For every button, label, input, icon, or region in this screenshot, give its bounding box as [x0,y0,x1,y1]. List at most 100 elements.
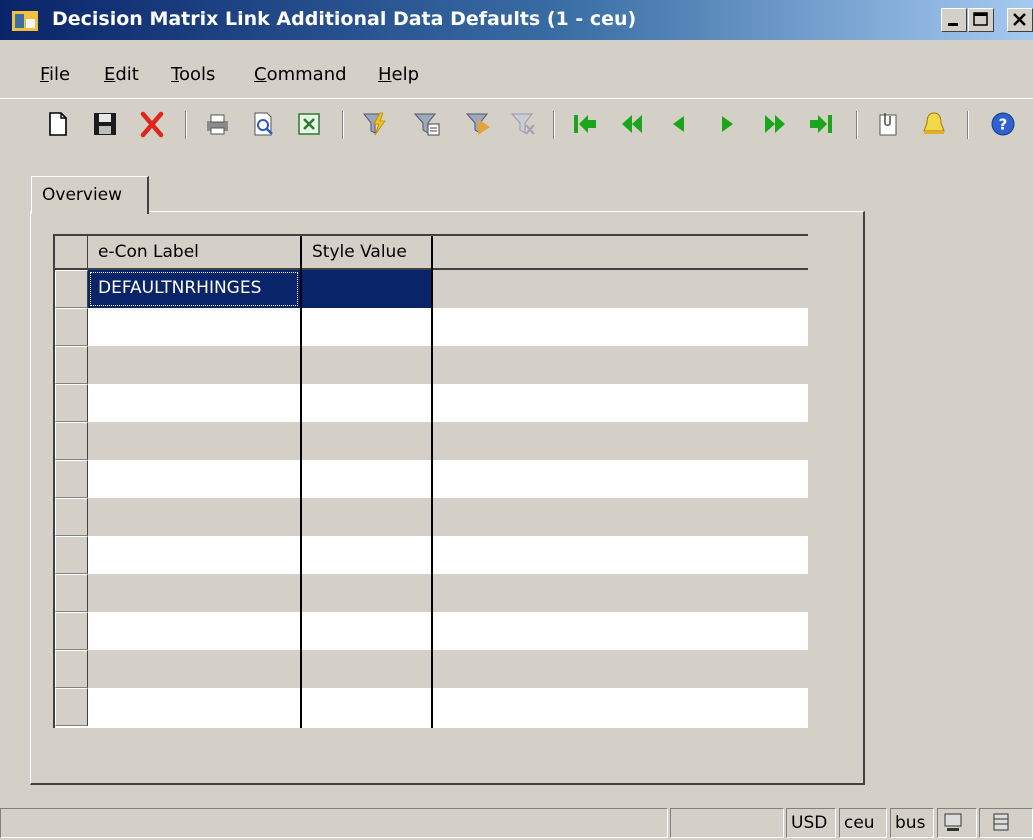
export-excel-icon [298,113,320,135]
cell-style-value[interactable] [302,460,431,498]
print-icon [207,114,228,135]
cell-style-value[interactable] [302,498,431,536]
filter-lightning-icon [362,112,386,136]
close-icon [1013,13,1026,26]
cell-econ-label[interactable]: DEFAULTNRHINGES [88,270,300,308]
row-header[interactable] [55,270,88,308]
print-button[interactable] [200,107,234,141]
cell-style-value[interactable] [302,650,431,688]
next-record-button[interactable] [710,107,744,141]
first-record-button[interactable] [568,107,602,141]
alert-button[interactable] [917,107,951,141]
row-header[interactable] [55,688,88,726]
menu-command[interactable]: Command [254,64,347,85]
row-header[interactable] [55,460,88,498]
status-db-button[interactable] [979,808,1033,838]
menu-help[interactable]: Help [378,64,419,85]
close-button[interactable] [1007,8,1033,32]
cell-econ-label[interactable] [88,574,300,612]
row-header[interactable] [55,498,88,536]
overview-grid[interactable]: e-Con Label Style Value DEFAULTNRHINGES [53,234,808,728]
minimize-button[interactable] [941,8,967,32]
cell-style-value[interactable] [302,346,431,384]
toolbar-separator [185,111,187,139]
previous-record-button[interactable] [662,107,696,141]
cell-style-value[interactable] [302,688,431,726]
window-title: Decision Matrix Link Additional Data Def… [52,8,637,30]
minimize-icon [948,23,958,26]
new-record-button[interactable] [40,107,74,141]
row-header[interactable] [55,612,88,650]
grid-corner-header[interactable] [55,236,88,270]
cell-style-value[interactable] [302,422,431,460]
menu-edit[interactable]: Edit [104,64,139,85]
last-record-button[interactable] [804,107,838,141]
menu-tools[interactable]: Tools [171,64,215,85]
row-header[interactable] [55,574,88,612]
cell-econ-label[interactable] [88,688,300,726]
toolbar-separator [553,111,555,139]
filter-by-selection-button[interactable] [462,107,496,141]
cell-econ-label[interactable] [88,460,300,498]
previous-record-icon [673,116,684,132]
row-header[interactable] [55,650,88,688]
toolbar-separator [342,111,344,139]
export-excel-button[interactable] [292,107,326,141]
status-panel [670,808,784,838]
attachments-button[interactable] [871,107,905,141]
row-header[interactable] [55,346,88,384]
cell-econ-label[interactable] [88,422,300,460]
status-bar: USD ceu bus [0,806,1033,840]
column-divider [431,236,433,728]
cell-style-value[interactable] [302,574,431,612]
clear-filter-button[interactable] [507,107,541,141]
save-button[interactable] [88,107,122,141]
filter-lightning-button[interactable] [358,107,392,141]
status-message-panel [0,808,668,838]
status-currency: USD [786,808,836,838]
previous-page-icon [622,115,642,133]
cell-style-value[interactable] [302,308,431,346]
cell-econ-label[interactable] [88,346,300,384]
status-company: ceu [839,808,887,838]
cell-style-value[interactable] [302,612,431,650]
next-page-button[interactable] [757,107,791,141]
row-header[interactable] [55,422,88,460]
cell-econ-label[interactable] [88,612,300,650]
help-icon: ? [991,112,1015,136]
print-preview-button[interactable] [246,107,280,141]
row-header[interactable] [55,308,88,346]
clear-filter-icon [510,113,535,135]
save-icon [94,113,116,135]
filter-by-form-icon [413,113,440,136]
toolbar: ? [0,98,1033,161]
delete-button[interactable] [135,107,169,141]
filter-by-form-button[interactable] [410,107,444,141]
cell-style-value[interactable] [302,384,431,422]
maximize-icon [973,12,988,26]
first-record-icon [574,115,596,133]
row-header[interactable] [55,536,88,574]
new-record-icon [49,112,67,136]
help-button[interactable]: ? [986,107,1020,141]
cell-econ-label[interactable] [88,498,300,536]
tab-overview[interactable]: Overview [31,176,149,214]
cell-econ-label[interactable] [88,536,300,574]
row-header[interactable] [55,384,88,422]
menu-file[interactable]: File [40,64,70,85]
previous-page-button[interactable] [616,107,650,141]
title-bar[interactable]: Decision Matrix Link Additional Data Def… [0,0,1033,40]
cell-econ-label[interactable] [88,384,300,422]
filter-by-selection-icon [465,113,490,135]
cell-econ-label[interactable] [88,650,300,688]
cell-style-value[interactable] [302,270,431,308]
cell-style-value[interactable] [302,536,431,574]
app-icon [12,11,38,31]
cell-econ-label[interactable] [88,308,300,346]
maximize-button[interactable] [968,8,994,32]
column-header-empty [433,236,808,270]
column-header-econ-label[interactable]: e-Con Label [88,236,302,270]
status-session-button[interactable] [937,808,977,838]
svg-text:?: ? [999,116,1008,134]
column-header-style-value[interactable]: Style Value [302,236,433,270]
